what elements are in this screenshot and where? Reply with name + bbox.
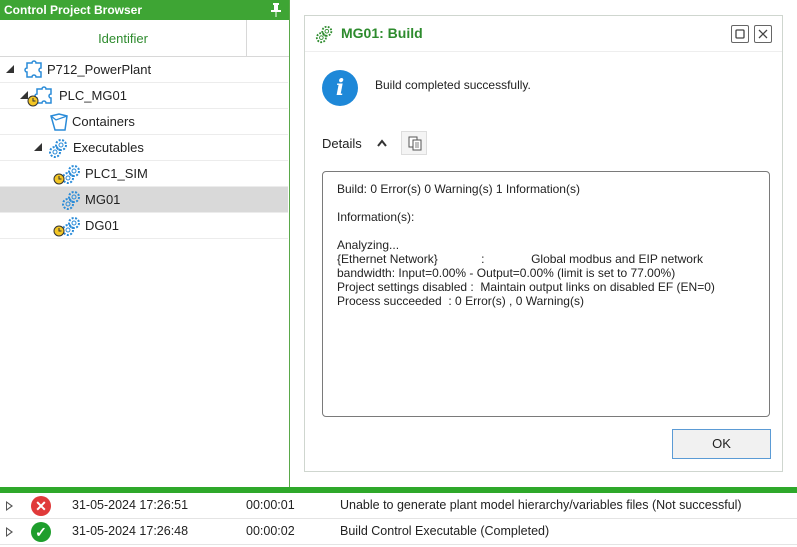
tree-item-containers[interactable]: Containers	[0, 109, 288, 135]
tree-item-mg01[interactable]: MG01	[0, 187, 288, 213]
success-check-icon: ✓	[31, 522, 51, 542]
browser-title-bar: Control Project Browser	[0, 0, 289, 20]
log-duration: 00:00:02	[246, 524, 295, 538]
tree-item-dg01[interactable]: DG01	[0, 213, 288, 239]
identifier-header-label: Identifier	[98, 31, 148, 46]
container-icon	[50, 113, 68, 131]
info-icon: i	[322, 70, 358, 106]
dialog-header: MG01: Build	[305, 16, 782, 52]
maximize-icon	[735, 29, 745, 39]
tree-item-label: DG01	[85, 218, 119, 233]
build-dialog: MG01: Build i Build completed successful…	[304, 15, 783, 472]
log-row[interactable]: ✕ 31-05-2024 17:26:51 00:00:01 Unable to…	[0, 493, 797, 519]
tree-item-executables[interactable]: Executables	[0, 135, 288, 161]
pin-icon[interactable]	[271, 3, 281, 17]
ok-button[interactable]: OK	[672, 429, 771, 459]
executables-gear-icon	[49, 139, 67, 158]
project-puzzle-icon	[24, 60, 42, 78]
browser-title: Control Project Browser	[4, 3, 143, 17]
tree-item-label: MG01	[85, 192, 121, 207]
expand-arrow-icon[interactable]	[6, 501, 13, 511]
executable-gear-icon	[62, 191, 80, 210]
clock-badge-icon	[53, 225, 65, 237]
tree-item-label: Containers	[72, 114, 135, 129]
control-project-browser: Control Project Browser Identifier P712_…	[0, 0, 290, 487]
chevron-up-icon[interactable]	[376, 138, 388, 148]
maximize-button[interactable]	[731, 25, 749, 43]
tree-item-plc1-sim[interactable]: PLC1_SIM	[0, 161, 288, 187]
expanded-triangle-icon[interactable]	[34, 143, 42, 151]
log-message: Build Control Executable (Completed)	[340, 524, 550, 538]
tree-item-label: PLC1_SIM	[85, 166, 148, 181]
copy-icon	[408, 136, 422, 151]
expand-arrow-icon[interactable]	[6, 527, 13, 537]
log-row[interactable]: ✓ 31-05-2024 17:26:48 00:00:02 Build Con…	[0, 519, 797, 545]
tree-item-p712-powerplant[interactable]: P712_PowerPlant	[0, 57, 288, 83]
log-duration: 00:00:01	[246, 498, 295, 512]
close-button[interactable]	[754, 25, 772, 43]
build-details-log[interactable]: Build: 0 Error(s) 0 Warning(s) 1 Informa…	[322, 171, 770, 417]
log-message: Unable to generate plant model hierarchy…	[340, 498, 742, 512]
tree-item-label: PLC_MG01	[59, 88, 127, 103]
details-toggle-label[interactable]: Details	[322, 136, 362, 151]
error-icon: ✕	[31, 496, 51, 516]
clock-badge-icon	[53, 173, 65, 185]
dialog-title: MG01: Build	[341, 25, 423, 41]
copy-details-button[interactable]	[401, 131, 427, 155]
log-timestamp: 31-05-2024 17:26:48	[72, 524, 189, 538]
app-root: Control Project Browser Identifier P712_…	[0, 0, 797, 547]
log-timestamp: 31-05-2024 17:26:51	[72, 498, 189, 512]
tree-item-plc-mg01[interactable]: PLC_MG01	[0, 83, 288, 109]
close-icon	[758, 29, 768, 39]
tree-item-label: P712_PowerPlant	[47, 62, 152, 77]
build-status-message: Build completed successfully.	[375, 78, 531, 92]
executable-gear-icon	[315, 25, 333, 44]
column-separator[interactable]	[246, 20, 247, 57]
identifier-column-header[interactable]: Identifier	[0, 20, 289, 57]
clock-badge-icon	[27, 95, 39, 107]
expanded-triangle-icon[interactable]	[6, 65, 14, 73]
tree-item-label: Executables	[73, 140, 144, 155]
